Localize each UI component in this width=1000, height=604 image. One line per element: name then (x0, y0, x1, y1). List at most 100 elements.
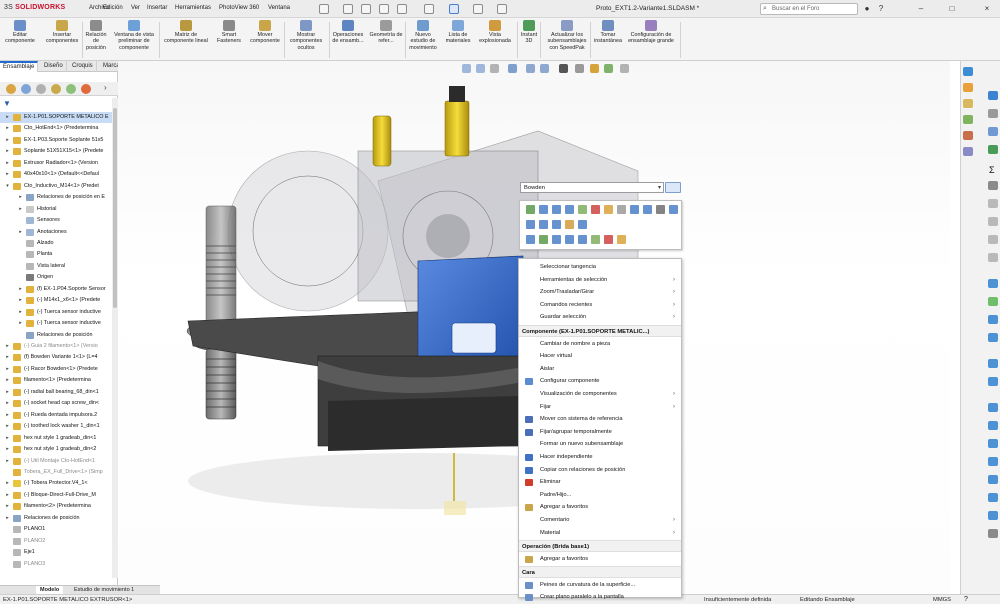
context-menu-item[interactable]: Padre/Hijo... (519, 489, 681, 502)
ribbon-button-3[interactable]: Ventana de vista preliminar de component… (110, 20, 158, 51)
tree-toggle-icon[interactable]: ▸ (4, 123, 11, 134)
rebuild-icon[interactable] (473, 4, 483, 14)
tree-item[interactable]: ▸ (-) Guia 2 filamento<1> (Versio (0, 341, 113, 352)
tree-toggle-icon[interactable]: ▸ (17, 227, 24, 238)
context-tool-0-4-icon[interactable] (578, 205, 587, 214)
context-tool-0-2-icon[interactable] (552, 205, 561, 214)
tree-item[interactable]: ▸ 40x40x10<1> (Default<<Defaul (0, 169, 113, 180)
context-menu-item[interactable]: Herramientas de selección › (519, 274, 681, 287)
file-explorer-icon[interactable] (963, 99, 973, 108)
previous-view-icon[interactable] (490, 64, 499, 73)
context-menu-item[interactable]: Copiar con relaciones de posición (519, 464, 681, 477)
print-icon[interactable] (397, 4, 407, 14)
tree-item[interactable]: ▸ (f) EX-1.P04.Soporte Sensor (0, 284, 113, 295)
context-menu-item[interactable]: Aislar (519, 363, 681, 376)
context-tool-2-5-icon[interactable] (591, 235, 600, 244)
tree-item[interactable]: ▸ (-) Tobera Protector.V4_1< (0, 478, 113, 489)
tree-item[interactable]: ▸ EX-1.P03.Soporte Soplante 51x5 (0, 135, 113, 146)
tree-item[interactable]: ▸ (-) M14x1_x6<1> (Predete (0, 295, 113, 306)
tree-toggle-icon[interactable]: ▸ (17, 307, 24, 318)
toolbar-tool-6-icon[interactable] (988, 199, 998, 208)
toolbar-tool-8-icon[interactable] (988, 235, 998, 244)
tree-toggle-icon[interactable]: ▸ (4, 513, 11, 524)
tree-item[interactable]: ▸ (-) socket head cap screw_din< (0, 398, 113, 409)
tree-item[interactable]: Origen (0, 272, 113, 283)
help-icon[interactable]: ? (876, 3, 886, 14)
options-icon[interactable] (497, 4, 507, 14)
context-menu-item[interactable]: Comentario › (519, 514, 681, 527)
tree-toggle-icon[interactable]: ▸ (4, 387, 11, 398)
tree-toggle-icon[interactable]: ▸ (4, 433, 11, 444)
ribbon-button-16[interactable]: Configuración de ensamblaje grande (627, 20, 675, 45)
context-tool-0-0-icon[interactable] (526, 205, 535, 214)
configuration-manager-tab-icon[interactable] (36, 84, 46, 94)
tree-toggle-icon[interactable]: ▸ (4, 112, 11, 123)
context-menu-item[interactable]: Fijar/agrupar temporalmente (519, 426, 681, 439)
context-tool-1-2-icon[interactable] (552, 220, 561, 229)
tree-toggle-icon[interactable]: ▸ (17, 192, 24, 203)
context-tool-1-1-icon[interactable] (539, 220, 548, 229)
context-tool-0-11-icon[interactable] (669, 205, 678, 214)
dynamic-annotation-icon[interactable] (526, 64, 535, 73)
context-tool-2-1-icon[interactable] (539, 235, 548, 244)
tree-scrollbar[interactable] (112, 98, 118, 578)
ribbon-button-12[interactable]: Vista explosionada (475, 20, 515, 45)
tree-toggle-icon[interactable]: ▸ (4, 158, 11, 169)
tab-1[interactable]: Diseño (41, 61, 67, 72)
context-menu-item[interactable]: Crear plano paralelo a la pantalla (519, 591, 681, 604)
toolbar-tool-21-icon[interactable] (988, 493, 998, 502)
context-menu-item[interactable]: Guardar selección › (519, 311, 681, 324)
toolbar-tool-23-icon[interactable] (988, 529, 998, 538)
user-icon[interactable]: ● (862, 3, 872, 14)
tree-item[interactable]: Tobera_EX_Full_Drive<1> (Simp (0, 467, 113, 478)
tree-item[interactable]: Relaciones de posición (0, 330, 113, 341)
context-tool-2-0-icon[interactable] (526, 235, 535, 244)
ribbon-button-14[interactable]: Actualizar los subensamblajes con SpeedP… (543, 20, 591, 51)
appearances-icon[interactable] (963, 131, 973, 140)
context-tool-0-1-icon[interactable] (539, 205, 548, 214)
apply-scene-icon[interactable] (604, 64, 613, 73)
view-settings-icon[interactable] (620, 64, 629, 73)
appearance-tab-icon[interactable] (81, 84, 91, 94)
toolbar-tool-1-icon[interactable] (988, 91, 998, 100)
context-menu-item[interactable]: Hacer independiente (519, 451, 681, 464)
context-tool-2-4-icon[interactable] (578, 235, 587, 244)
toolbar-tool-13-icon[interactable] (988, 333, 998, 342)
tree-item[interactable]: ▸ Historial (0, 204, 113, 215)
context-menu-item[interactable]: Seleccionar tangencia (519, 261, 681, 274)
context-tool-2-2-icon[interactable] (552, 235, 561, 244)
new-file-icon[interactable] (343, 4, 353, 14)
hide-show-items-icon[interactable] (575, 64, 584, 73)
chevron-right-icon[interactable]: › (104, 83, 107, 92)
tree-toggle-icon[interactable]: ▸ (17, 204, 24, 215)
feature-tree-tab-icon[interactable] (6, 84, 16, 94)
select-cursor-icon[interactable] (449, 4, 459, 14)
toolbar-tool-14-icon[interactable] (988, 359, 998, 368)
toolbar-tool-4-icon[interactable] (988, 145, 998, 154)
tree-toggle-icon[interactable]: ▸ (4, 398, 11, 409)
context-tool-0-7-icon[interactable] (617, 205, 626, 214)
ribbon-button-10[interactable]: Nuevo estudio de movimiento (406, 20, 440, 51)
ribbon-button-5[interactable]: Smart Fasteners (214, 20, 244, 45)
ribbon-button-2[interactable]: Relación de posición (83, 20, 109, 51)
combo-options-button[interactable] (665, 182, 681, 193)
tree-item[interactable]: ▾ Cto_Inductivo_M14<1> (Predet (0, 181, 113, 192)
tree-item[interactable]: ▸ hex nut style 1 gradeab_din<1 (0, 433, 113, 444)
context-menu-item[interactable]: Agregar a favoritos (519, 501, 681, 514)
edit-appearance-icon[interactable] (590, 64, 599, 73)
tab-0[interactable]: Ensamblaje (0, 61, 39, 72)
save-icon[interactable] (379, 4, 389, 14)
toolbar-tool-3-icon[interactable] (988, 127, 998, 136)
section-view-icon[interactable] (508, 64, 517, 73)
maximize-button[interactable]: □ (947, 3, 957, 14)
tree-item[interactable]: ▸ (-) Racor Bowden<1> (Predete (0, 364, 113, 375)
tree-toggle-icon[interactable]: ▸ (4, 501, 11, 512)
context-menu-item[interactable]: Comandos recientes › (519, 299, 681, 312)
tree-item[interactable]: ▸ (-) radial ball bearing_68_din<1 (0, 387, 113, 398)
tree-toggle-icon[interactable]: ▸ (4, 456, 11, 467)
tree-item[interactable]: ▸ (-) Tuerca sensor inductive (0, 318, 113, 329)
ribbon-button-1[interactable]: Insertar componentes (44, 20, 80, 45)
tree-item[interactable]: Alzado (0, 238, 113, 249)
tree-item[interactable]: ▸ filamento<1> (Predetermina (0, 375, 113, 386)
tree-item[interactable]: ▸ (-) Util Montaje Cto-HotEnd<1 (0, 456, 113, 467)
